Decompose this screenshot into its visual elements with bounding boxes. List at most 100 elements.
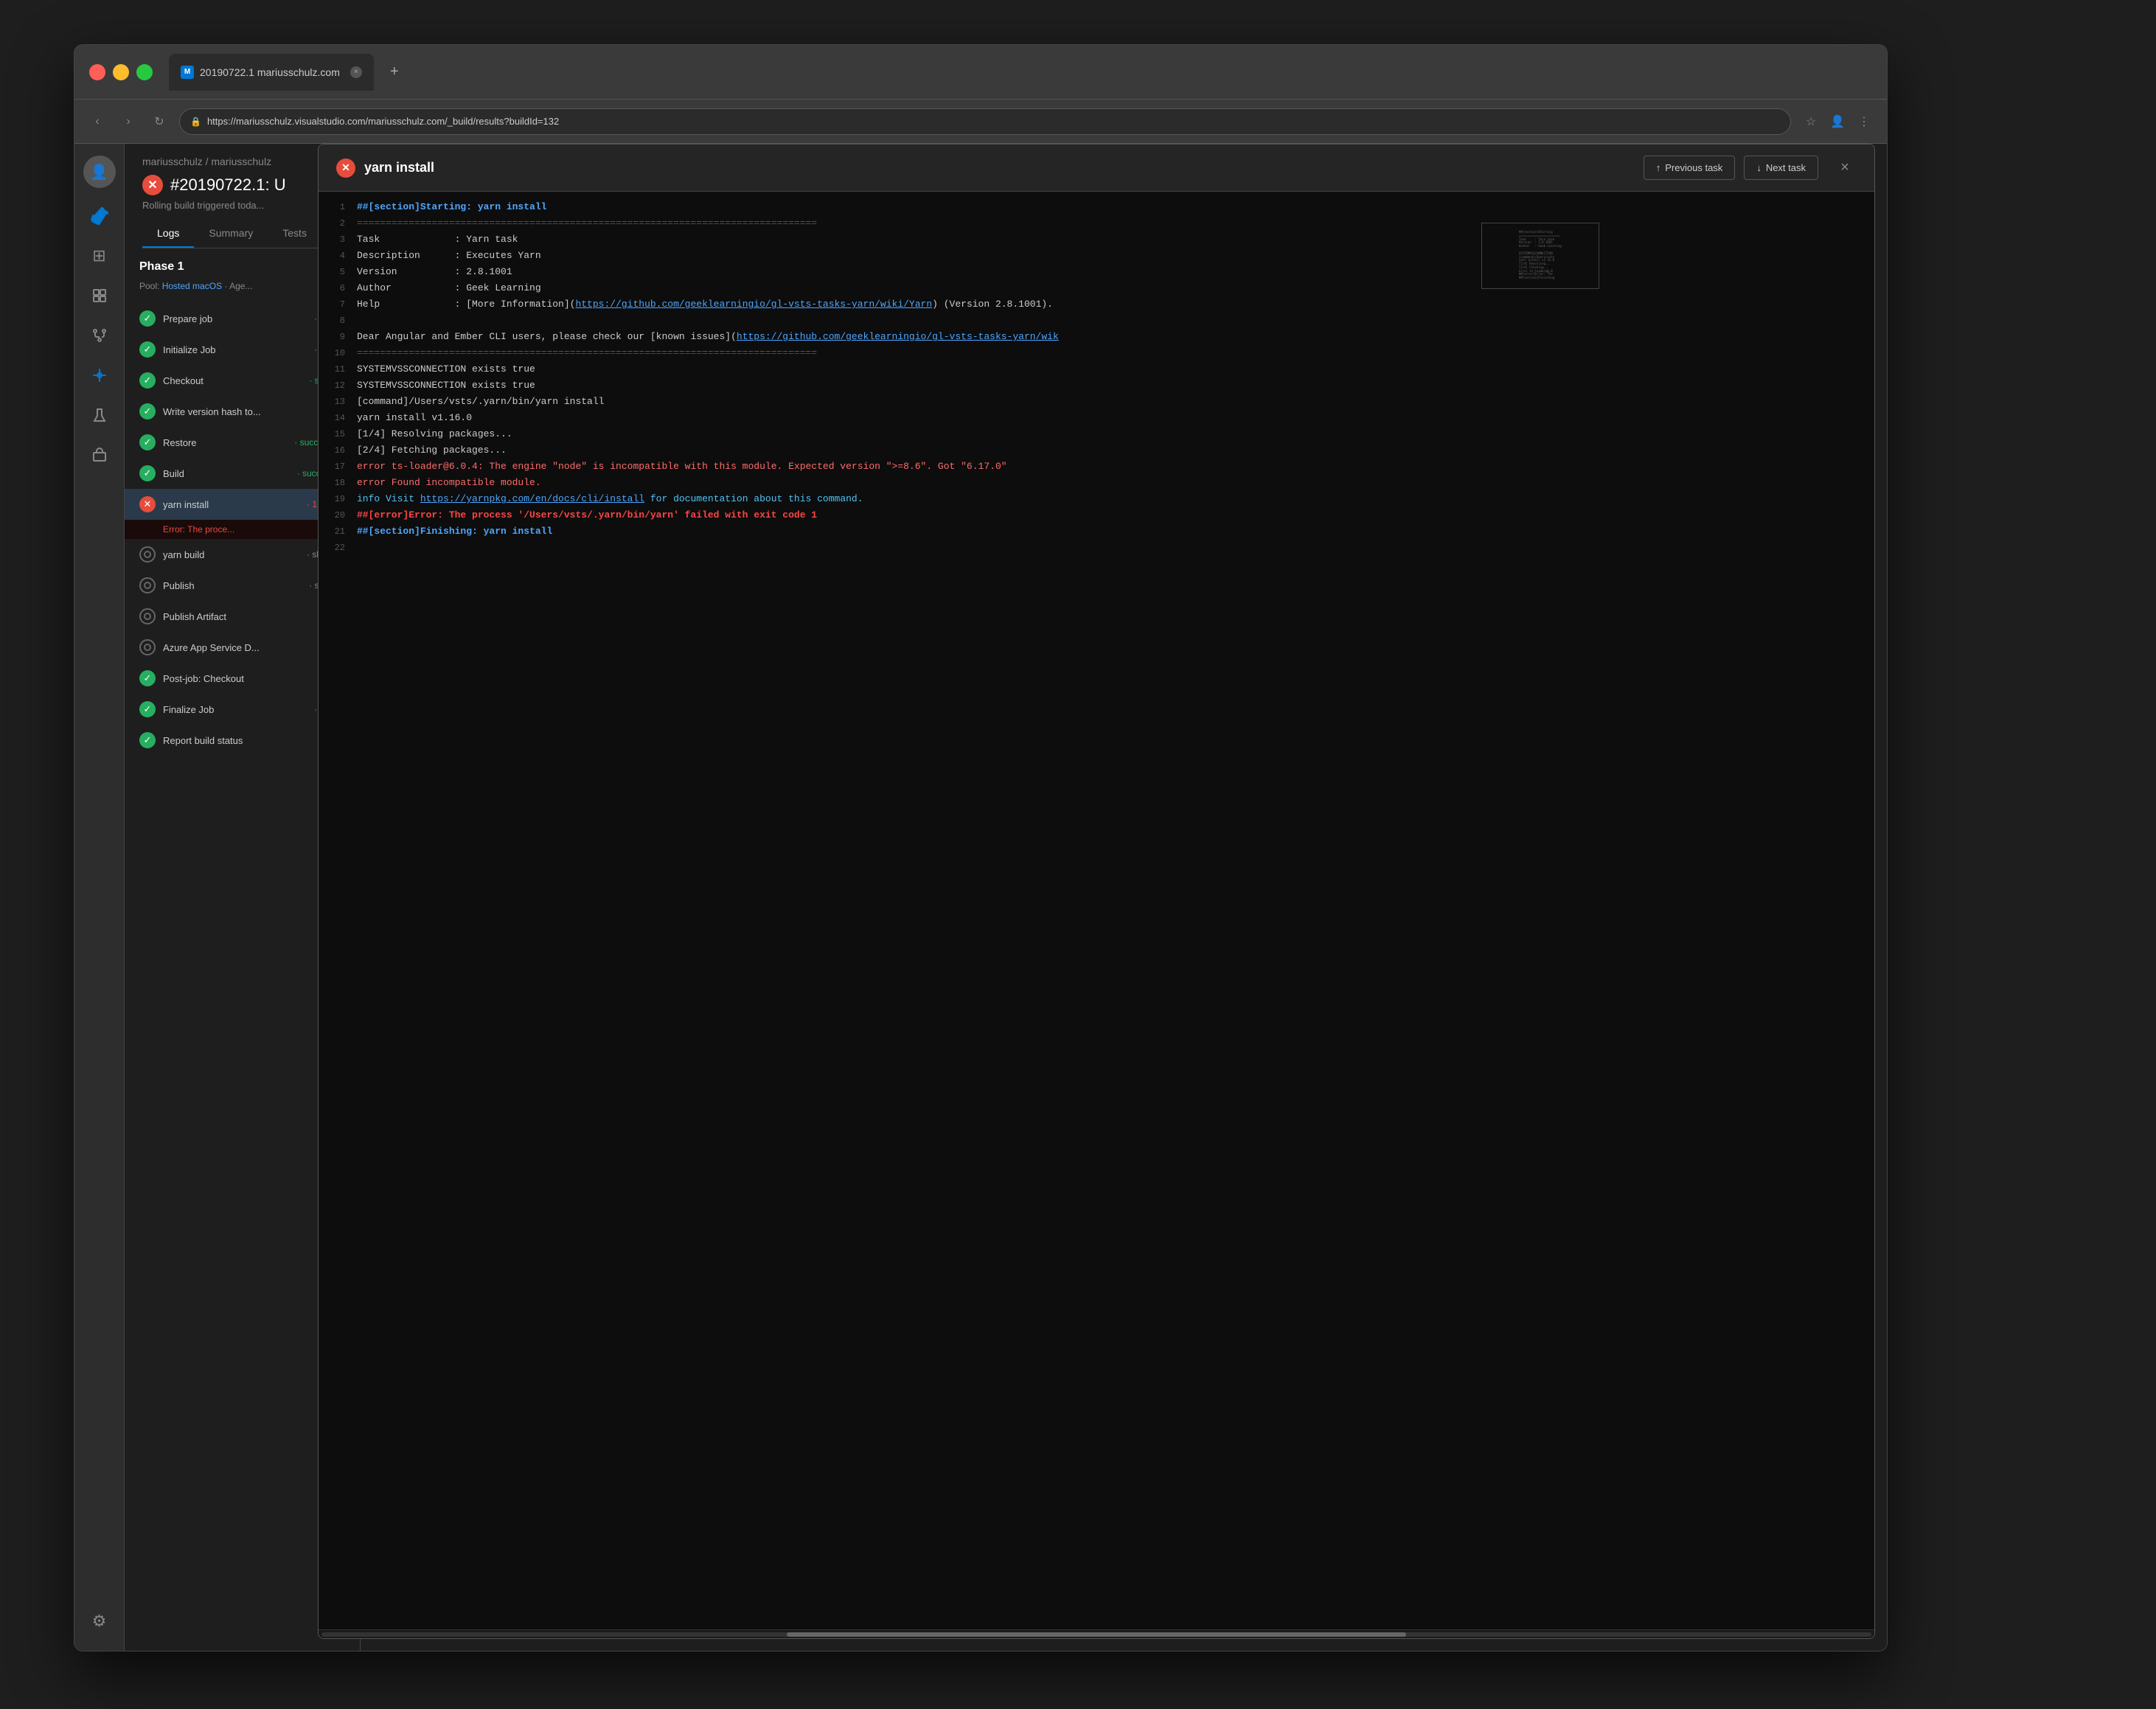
log-line-21: 21 ##[section]Finishing: yarn install xyxy=(319,523,1874,540)
task-status-success-icon: ✓ xyxy=(139,434,156,450)
line-content: ========================================… xyxy=(357,346,1863,361)
log-line-6: 6 Author : Geek Learning xyxy=(319,280,1874,296)
line-content: Help : [More Information](https://github… xyxy=(357,297,1863,312)
line-content: error Found incompatible module. xyxy=(357,476,1863,490)
task-status-error-icon: ✕ xyxy=(139,496,156,512)
log-line-16: 16 [2/4] Fetching packages... xyxy=(319,442,1874,459)
log-line-5: 5 Version : 2.8.1001 xyxy=(319,264,1874,280)
build-id: #20190722.1: U xyxy=(170,175,286,195)
tab-logs[interactable]: Logs xyxy=(142,220,194,248)
log-line-4: 4 Description : Executes Yarn xyxy=(319,248,1874,264)
line-number: 7 xyxy=(319,297,357,311)
line-number: 22 xyxy=(319,540,357,554)
line-number: 20 xyxy=(319,508,357,522)
browser-nav: ‹ › ↻ 🔒 https://mariusschulz.visualstudi… xyxy=(74,100,1887,144)
line-content xyxy=(357,540,1863,555)
task-label: Publish xyxy=(163,580,299,591)
breadcrumb-org: mariusschulz xyxy=(142,156,203,167)
reload-button[interactable]: ↻ xyxy=(148,111,170,133)
breadcrumb-repo: mariusschulz xyxy=(211,156,271,167)
log-line-19: 19 info Visit https://yarnpkg.com/en/doc… xyxy=(319,491,1874,507)
browser-content: 👤 ⊞ ⚙ xyxy=(74,144,1887,1651)
scrollbar-thumb[interactable] xyxy=(787,1632,1407,1637)
line-number: 13 xyxy=(319,394,357,408)
task-label: Checkout xyxy=(163,375,299,386)
line-number: 10 xyxy=(319,346,357,360)
task-label: yarn build xyxy=(163,549,296,560)
line-number: 14 xyxy=(319,411,357,425)
browser-titlebar: M 20190722.1 mariusschulz.com × + xyxy=(74,45,1887,100)
line-number: 21 xyxy=(319,524,357,538)
user-avatar[interactable]: 👤 xyxy=(83,156,116,188)
task-status-skipped-icon xyxy=(139,577,156,594)
tab-favicon: M xyxy=(181,66,194,79)
pool-link[interactable]: Hosted macOS xyxy=(162,281,222,291)
pool-label: Pool: xyxy=(139,281,159,291)
log-line-10: 10 =====================================… xyxy=(319,345,1874,361)
bookmark-button[interactable]: ☆ xyxy=(1800,111,1822,133)
tab-tests[interactable]: Tests xyxy=(268,220,321,248)
line-number: 4 xyxy=(319,248,357,262)
forward-button[interactable]: › xyxy=(117,111,139,133)
line-number: 11 xyxy=(319,362,357,376)
log-line-9: 9 Dear Angular and Ember CLI users, plea… xyxy=(319,329,1874,345)
sidebar-item-repos[interactable] xyxy=(82,318,117,353)
sidebar-icons: 👤 ⊞ ⚙ xyxy=(74,144,125,1651)
favicon-letter: M xyxy=(184,68,190,76)
sidebar-item-azure-devops[interactable] xyxy=(82,198,117,234)
log-line-11: 11 SYSTEMVSSCONNECTION exists true xyxy=(319,361,1874,377)
task-status-success-icon: ✓ xyxy=(139,670,156,686)
sidebar-item-test[interactable] xyxy=(82,397,117,433)
main-panel: mariusschulz / mariusschulz ✕ #20190722.… xyxy=(125,144,1887,1651)
browser-tab[interactable]: M 20190722.1 mariusschulz.com × xyxy=(169,54,374,91)
sidebar-item-artifacts[interactable] xyxy=(82,437,117,473)
browser-window: M 20190722.1 mariusschulz.com × + ‹ › ↻ … xyxy=(74,44,1888,1651)
line-number: 9 xyxy=(319,330,357,344)
task-label: Initialize Job xyxy=(163,344,304,355)
tab-summary[interactable]: Summary xyxy=(194,220,268,248)
line-number: 12 xyxy=(319,378,357,392)
line-content: [1/4] Resolving packages... xyxy=(357,427,1863,442)
scrollbar-track[interactable] xyxy=(321,1632,1871,1637)
task-status-skipped-icon xyxy=(139,546,156,563)
log-line-22: 22 xyxy=(319,540,1874,556)
log-line-12: 12 SYSTEMVSSCONNECTION exists true xyxy=(319,377,1874,394)
maximize-window-button[interactable] xyxy=(136,64,153,80)
nav-actions: ☆ 👤 ⋮ xyxy=(1800,111,1875,133)
task-label: Restore xyxy=(163,437,284,448)
sidebar-item-work[interactable] xyxy=(82,278,117,313)
task-label: yarn install xyxy=(163,499,296,510)
log-line-17: 17 error ts-loader@6.0.4: The engine "no… xyxy=(319,459,1874,475)
traffic-lights xyxy=(89,64,153,80)
account-button[interactable]: 👤 xyxy=(1826,111,1849,133)
task-status-success-icon: ✓ xyxy=(139,732,156,748)
task-status-skipped-icon xyxy=(139,608,156,624)
line-content: error ts-loader@6.0.4: The engine "node"… xyxy=(357,459,1863,474)
menu-button[interactable]: ⋮ xyxy=(1853,111,1875,133)
log-line-18: 18 error Found incompatible module. xyxy=(319,475,1874,491)
build-status-error-icon: ✕ xyxy=(142,175,163,195)
line-content: [2/4] Fetching packages... xyxy=(357,443,1863,458)
tab-close-button[interactable]: × xyxy=(350,66,362,78)
sidebar-item-home[interactable]: ⊞ xyxy=(82,238,117,274)
log-line-15: 15 [1/4] Resolving packages... xyxy=(319,426,1874,442)
line-content: ##[section]Finishing: yarn install xyxy=(357,524,1863,539)
task-status-success-icon: ✓ xyxy=(139,310,156,327)
log-scrollbar[interactable] xyxy=(319,1629,1874,1638)
log-line-20: 20 ##[error]Error: The process '/Users/v… xyxy=(319,507,1874,523)
line-content: info Visit https://yarnpkg.com/en/docs/c… xyxy=(357,492,1863,507)
new-tab-button[interactable]: + xyxy=(383,60,406,84)
task-status-success-icon: ✓ xyxy=(139,341,156,358)
task-label: Build xyxy=(163,468,287,479)
sidebar-item-pipelines[interactable] xyxy=(82,358,117,393)
task-status-success-icon: ✓ xyxy=(139,701,156,717)
back-button[interactable]: ‹ xyxy=(86,111,108,133)
line-number: 8 xyxy=(319,313,357,327)
line-content: yarn install v1.16.0 xyxy=(357,411,1863,425)
log-content[interactable]: 1 ##[section]Starting: yarn install 2 ==… xyxy=(319,248,1874,1629)
line-number: 18 xyxy=(319,476,357,490)
sidebar-item-settings[interactable]: ⚙ xyxy=(82,1604,117,1639)
minimize-window-button[interactable] xyxy=(113,64,129,80)
address-bar[interactable]: 🔒 https://mariusschulz.visualstudio.com/… xyxy=(179,108,1791,135)
close-window-button[interactable] xyxy=(89,64,105,80)
